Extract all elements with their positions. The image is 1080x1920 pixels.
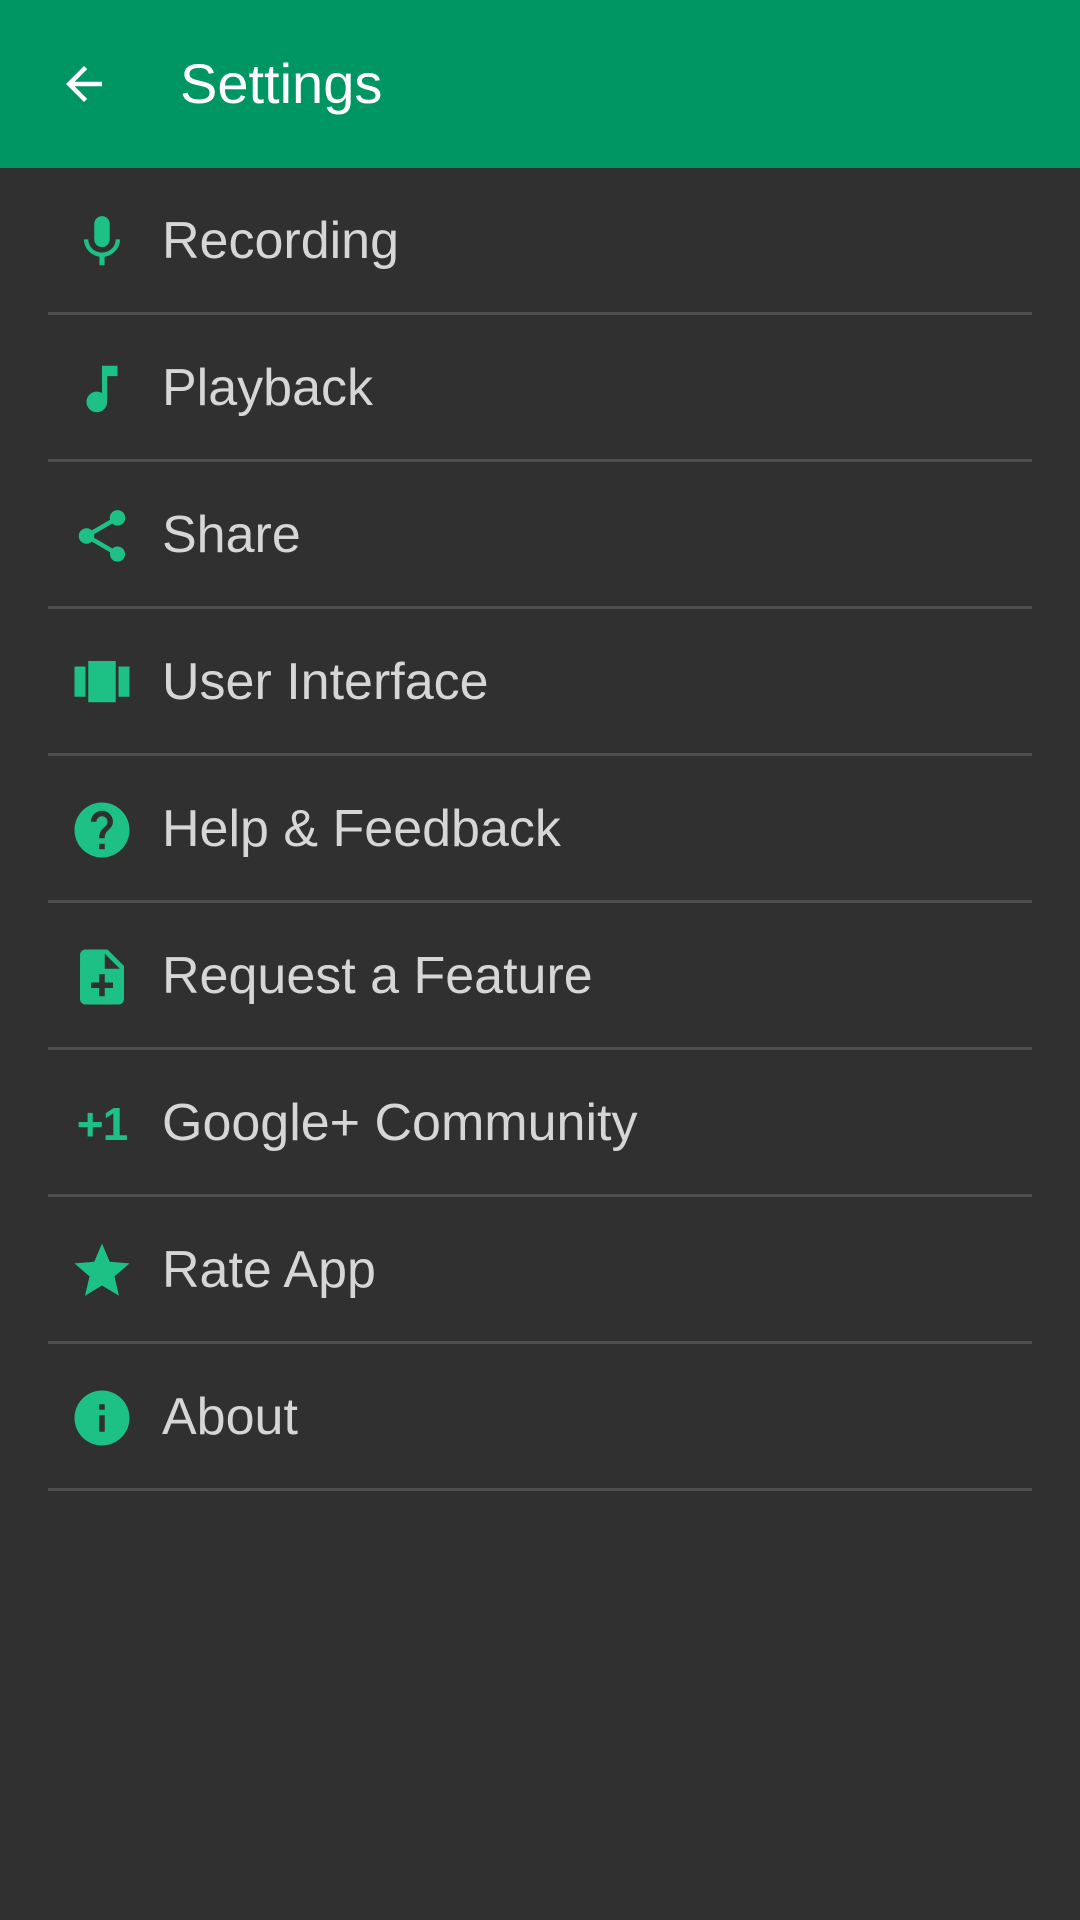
- settings-item-share[interactable]: Share: [0, 462, 1080, 609]
- settings-item-label: User Interface: [162, 653, 489, 711]
- settings-item-label: Rate App: [162, 1241, 376, 1299]
- page-title: Settings: [180, 52, 383, 115]
- app-bar: Settings: [0, 0, 1080, 168]
- divider: [48, 1488, 1032, 1491]
- settings-item-about[interactable]: About: [0, 1344, 1080, 1491]
- settings-item-label: Google+ Community: [162, 1094, 638, 1152]
- settings-item-google-community[interactable]: +1 Google+ Community: [0, 1050, 1080, 1197]
- music-note-icon: [62, 355, 142, 423]
- arrow-left-icon: [66, 66, 102, 102]
- settings-item-label: Request a Feature: [162, 947, 593, 1005]
- settings-item-help-feedback[interactable]: Help & Feedback: [0, 756, 1080, 903]
- settings-item-user-interface[interactable]: User Interface: [0, 609, 1080, 756]
- settings-item-label: Playback: [162, 359, 373, 417]
- plus-one-icon: +1: [62, 1090, 142, 1158]
- info-icon: [62, 1384, 142, 1452]
- settings-item-label: About: [162, 1388, 298, 1446]
- settings-item-rate-app[interactable]: Rate App: [0, 1197, 1080, 1344]
- settings-list: Recording Playback Share User Interface …: [0, 168, 1080, 1491]
- settings-item-label: Recording: [162, 212, 400, 270]
- settings-item-label: Help & Feedback: [162, 800, 561, 858]
- settings-item-label: Share: [162, 506, 301, 564]
- star-icon: [62, 1237, 142, 1305]
- back-button[interactable]: [46, 46, 122, 122]
- help-circle-icon: [62, 796, 142, 864]
- settings-item-playback[interactable]: Playback: [0, 315, 1080, 462]
- share-icon: [62, 502, 142, 570]
- settings-item-request-feature[interactable]: Request a Feature: [0, 903, 1080, 1050]
- microphone-icon: [62, 208, 142, 276]
- note-add-icon: [62, 943, 142, 1011]
- settings-item-recording[interactable]: Recording: [0, 168, 1080, 315]
- plus-one-text: +1: [76, 1098, 128, 1150]
- view-carousel-icon: [62, 649, 142, 717]
